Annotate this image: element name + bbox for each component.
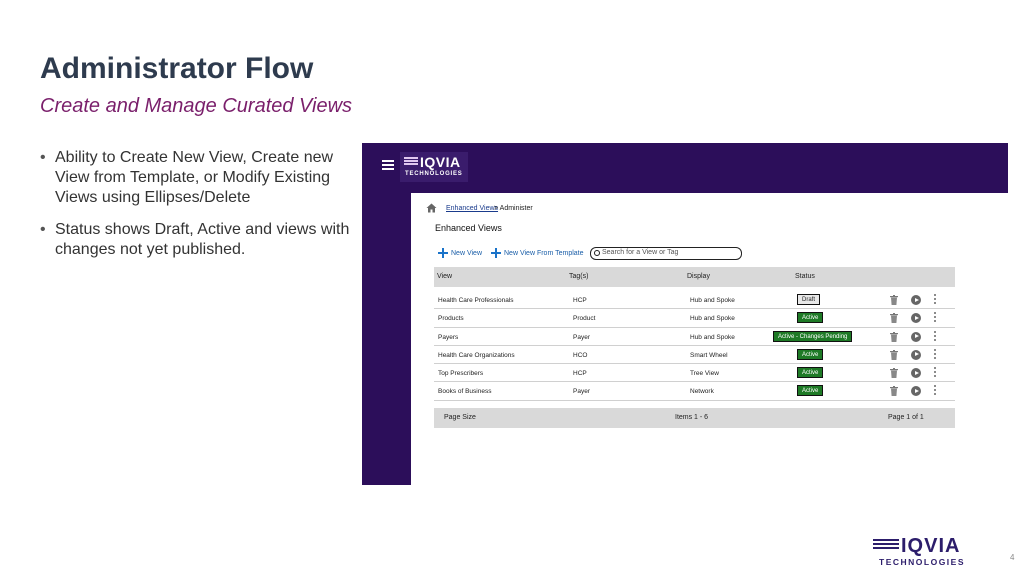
trash-icon[interactable] bbox=[890, 386, 898, 397]
slide-subtitle: Create and Manage Curated Views bbox=[40, 95, 353, 117]
brand-word: IQVIA bbox=[901, 535, 961, 557]
cell-view[interactable]: Payers bbox=[438, 334, 458, 341]
brand-mark-icon bbox=[873, 539, 899, 553]
play-icon[interactable] bbox=[911, 386, 921, 397]
cell-display: Hub and Spoke bbox=[690, 315, 735, 323]
items-count: Items 1 - 6 bbox=[675, 413, 709, 421]
status-badge: Active bbox=[797, 385, 824, 397]
play-icon[interactable] bbox=[911, 295, 921, 305]
trash-icon[interactable] bbox=[890, 349, 898, 360]
cell-tags: Payer bbox=[573, 388, 590, 396]
home-icon[interactable] bbox=[426, 203, 437, 213]
new-view-from-template-button[interactable]: New View From Template bbox=[491, 248, 584, 258]
table-row[interactable]: Payers Payer Hub and Spoke Active - Changes… bbox=[434, 328, 955, 346]
cell-tags: HCP bbox=[573, 297, 587, 304]
cell-view[interactable]: Products bbox=[438, 315, 464, 322]
play-icon[interactable] bbox=[911, 368, 921, 379]
table-row[interactable]: Top Prescribers HCP Tree View Active bbox=[434, 364, 955, 383]
column-header-status[interactable]: Status bbox=[795, 273, 815, 280]
new-view-label: New View bbox=[451, 249, 482, 257]
ellipsis-menu-icon[interactable] bbox=[934, 385, 936, 397]
page-title: Enhanced Views bbox=[435, 223, 502, 233]
search-input[interactable]: Search for a View or Tag bbox=[590, 247, 742, 260]
bullet-list: Ability to Create New View, Create new V… bbox=[40, 148, 350, 272]
new-view-template-label: New View From Template bbox=[504, 249, 584, 257]
views-table: View Tag(s) Display Status Health Care P… bbox=[434, 267, 955, 428]
bullet-item: Ability to Create New View, Create new V… bbox=[40, 148, 350, 208]
column-header-view[interactable]: View bbox=[437, 273, 452, 280]
bullet-item: Status shows Draft, Active and views wit… bbox=[40, 220, 350, 260]
cell-view[interactable]: Health Care Organizations bbox=[438, 352, 515, 359]
column-header-tags[interactable]: Tag(s) bbox=[569, 273, 588, 280]
logo-mark-icon bbox=[404, 157, 418, 167]
trash-icon[interactable] bbox=[890, 295, 898, 305]
column-header-display[interactable]: Display bbox=[687, 273, 710, 280]
app-logo: IQVIA TECHNOLOGIES bbox=[400, 152, 468, 182]
slide-title: Administrator Flow bbox=[40, 52, 314, 85]
cell-display: Hub and Spoke bbox=[690, 297, 735, 304]
cell-display: Hub and Spoke bbox=[690, 333, 735, 341]
table-row[interactable]: Books of Business Payer Network Active bbox=[434, 382, 955, 401]
trash-icon[interactable] bbox=[890, 368, 898, 379]
cell-display: Smart Wheel bbox=[690, 351, 728, 359]
cell-display: Network bbox=[690, 388, 714, 396]
ellipsis-menu-icon[interactable] bbox=[934, 367, 936, 379]
breadcrumb-link[interactable]: Enhanced Views bbox=[446, 205, 498, 212]
page-size-label[interactable]: Page Size bbox=[444, 414, 476, 421]
status-badge: Active - Changes Pending bbox=[773, 330, 853, 342]
app-logo-sub: TECHNOLOGIES bbox=[405, 171, 463, 177]
cell-view[interactable]: Books of Business bbox=[438, 388, 491, 395]
status-badge: Draft bbox=[797, 294, 821, 305]
app-left-nav bbox=[362, 193, 411, 485]
ellipsis-menu-icon[interactable] bbox=[934, 330, 936, 343]
iqvia-brand-logo: IQVIA TECHNOLOGIES bbox=[873, 535, 969, 567]
plus-icon bbox=[491, 248, 501, 258]
status-badge: Active bbox=[797, 348, 824, 360]
trash-icon[interactable] bbox=[890, 331, 898, 342]
table-row[interactable]: Products Product Hub and Spoke Active bbox=[434, 309, 955, 328]
table-header: View Tag(s) Display Status bbox=[434, 267, 955, 287]
new-view-button[interactable]: New View bbox=[438, 248, 482, 258]
table-row[interactable]: Health Care Professionals HCP Hub and Spok… bbox=[434, 291, 955, 310]
ellipsis-menu-icon[interactable] bbox=[934, 348, 936, 361]
ellipsis-menu-icon[interactable] bbox=[934, 294, 936, 306]
trash-icon[interactable] bbox=[890, 313, 898, 324]
hamburger-menu-icon[interactable] bbox=[382, 160, 394, 170]
cell-tags: Payer bbox=[573, 333, 590, 341]
brand-sub: TECHNOLOGIES bbox=[879, 557, 966, 567]
plus-icon bbox=[438, 248, 448, 258]
ellipsis-menu-icon[interactable] bbox=[934, 312, 936, 324]
app-logo-word: IQVIA bbox=[420, 154, 461, 170]
table-footer: Page Size Items 1 - 6 Page 1 of 1 bbox=[434, 407, 955, 428]
cell-view[interactable]: Top Prescribers bbox=[438, 370, 483, 377]
cell-view[interactable]: Health Care Professionals bbox=[438, 297, 514, 304]
cell-display: Tree View bbox=[690, 370, 719, 378]
app-top-bar: IQVIA TECHNOLOGIES bbox=[362, 143, 1008, 193]
search-placeholder: Search for a View or Tag bbox=[602, 249, 679, 256]
cell-tags: HCO bbox=[573, 351, 588, 359]
play-icon[interactable] bbox=[911, 313, 921, 324]
status-badge: Active bbox=[797, 367, 824, 379]
breadcrumb-current: > Administer bbox=[494, 205, 533, 212]
page-number: 4 bbox=[1010, 553, 1015, 562]
table-row[interactable]: Health Care Organizations HCO Smart Wheel A… bbox=[434, 346, 955, 365]
status-badge: Active bbox=[797, 312, 824, 324]
page-indicator: Page 1 of 1 bbox=[888, 413, 924, 421]
play-icon[interactable] bbox=[911, 331, 921, 342]
search-icon bbox=[594, 250, 600, 256]
cell-tags: HCP bbox=[573, 370, 587, 378]
cell-tags: Product bbox=[573, 315, 596, 323]
play-icon[interactable] bbox=[911, 349, 921, 360]
